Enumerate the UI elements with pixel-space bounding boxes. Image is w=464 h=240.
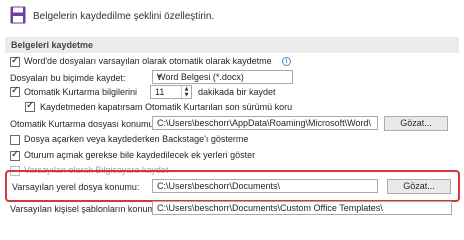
stepper-down-icon[interactable]: ▼ [182, 92, 191, 98]
format-label: Dosyaları bu biçimde kaydet: [10, 73, 126, 83]
autorecover-location-label: Otomatik Kurtarma dosyası konumu: [10, 119, 157, 129]
browse-autorecover-label: Gözat... [400, 118, 432, 128]
save-to-computer-checkbox[interactable] [10, 55, 20, 67]
keep-last-version-checkbox[interactable] [25, 100, 35, 112]
section-header: Belgeleri kaydetme [5, 37, 459, 53]
save-to-computer-label: Word'de dosyaları varsayılan olarak otom… [24, 56, 272, 66]
templates-location-value: C:\Users\beschorr\Documents\Custom Offic… [157, 203, 383, 213]
autorecover-location-value: C:\Users\beschorr\AppData\Roaming\Micros… [157, 118, 371, 128]
autorecover-label: Otomatik Kurtarma bilgilerini [24, 87, 138, 97]
autorecover-minutes-value: 11 [155, 87, 165, 97]
autorecover-location-field[interactable]: C:\Users\beschorr\AppData\Roaming\Micros… [152, 116, 378, 130]
header: Belgelerin kaydedilme şeklini özelleştir… [0, 0, 464, 34]
format-dropdown[interactable]: Word Belgesi (*.docx) ▾ [152, 70, 293, 84]
show-additional-places-label: Oturum açmak gerekse bile kaydedilecek e… [24, 150, 256, 160]
no-backstage-label: Dosya açarken veya kaydederken Backstage… [24, 134, 249, 144]
templates-location-label: Varsayılan kişisel şablonların konumu: [10, 204, 163, 214]
no-backstage-checkbox[interactable] [10, 135, 20, 145]
autorecover-checkbox[interactable] [10, 85, 20, 97]
highlight-box [5, 170, 460, 202]
templates-location-field[interactable]: C:\Users\beschorr\Documents\Custom Offic… [152, 201, 452, 215]
page-title: Belgelerin kaydedilme şeklini özelleştir… [33, 11, 215, 22]
save-disk-icon [10, 6, 26, 24]
stepper-buttons[interactable]: ▲ ▼ [181, 86, 191, 98]
chevron-down-icon: ▾ [157, 72, 162, 81]
autorecover-minutes-stepper[interactable]: 11 ▲ ▼ [150, 85, 192, 99]
info-icon: i [282, 57, 291, 66]
autorecover-suffix: dakikada bir kaydet [198, 87, 276, 97]
show-additional-places-checkbox[interactable] [10, 149, 20, 161]
browse-autorecover-button[interactable]: Gözat... [384, 116, 448, 131]
section-title: Belgeleri kaydetme [11, 40, 94, 50]
keep-last-version-label: Kaydetmeden kapatırsam Otomatik Kurtarıl… [40, 102, 293, 112]
